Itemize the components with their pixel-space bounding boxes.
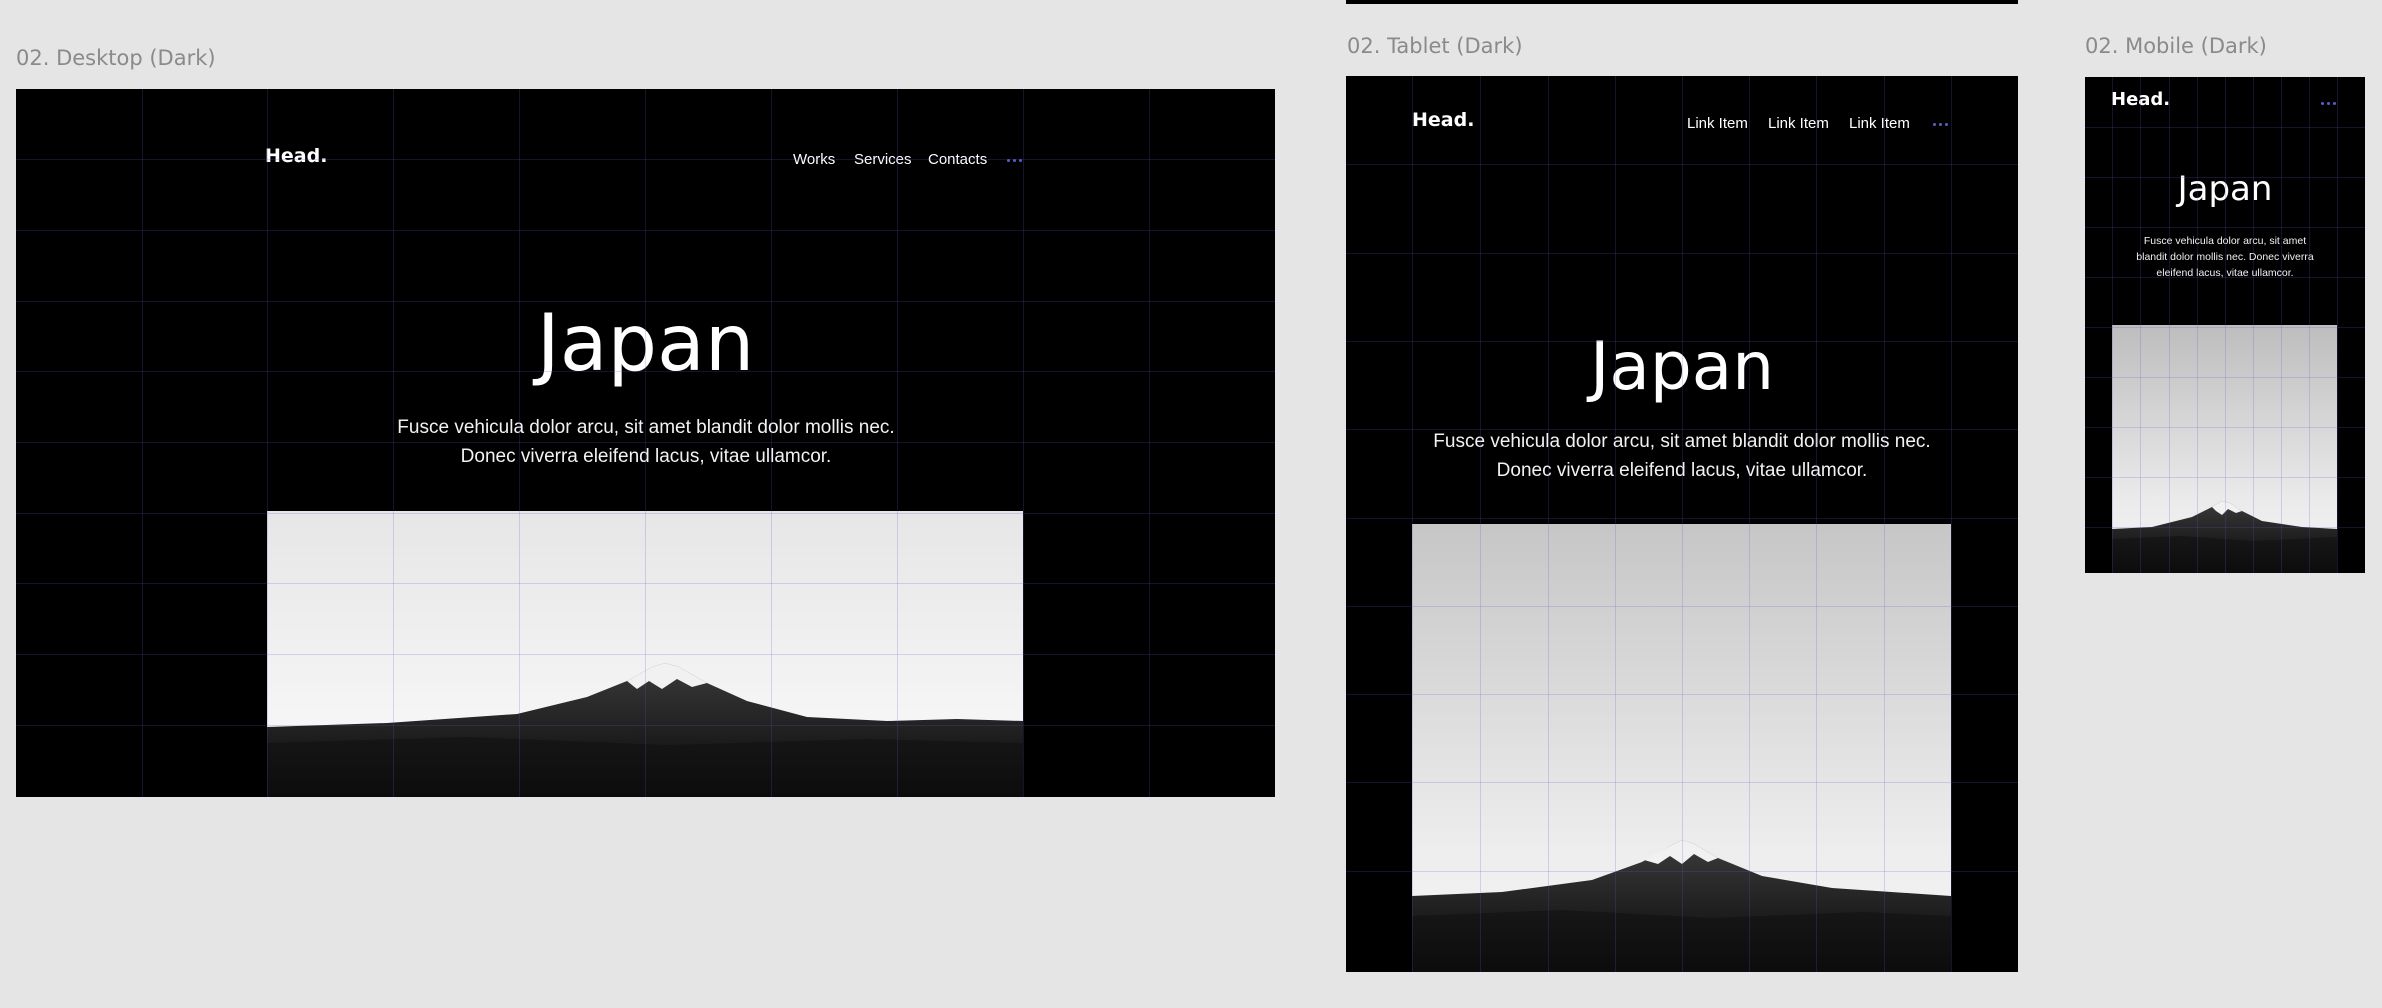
nav-link-services[interactable]: Services: [854, 151, 912, 168]
hero-description-line-2: Donec viverra eleifend lacus, vitae ulla…: [1496, 460, 1868, 481]
logo[interactable]: Head.: [2111, 89, 2170, 110]
hero-description-line-1: Fusce vehicula dolor arcu, sit amet blan…: [397, 417, 895, 438]
hero-description-line-1: Fusce vehicula dolor arcu, sit amet blan…: [1433, 431, 1931, 452]
tablet-frame: Head. Link Item Link Item Link Item Japa…: [1346, 76, 2018, 972]
hero-photo-mount-fuji: [2112, 325, 2337, 573]
nav-link-item-1[interactable]: Link Item: [1687, 115, 1748, 132]
logo[interactable]: Head.: [1412, 109, 1474, 131]
frame-edge-above: [1346, 0, 2018, 4]
more-dots-icon[interactable]: [1007, 159, 1022, 162]
hero-photo-mount-fuji: [267, 511, 1023, 797]
frame-label-tablet[interactable]: 02. Tablet (Dark): [1347, 34, 1523, 58]
hero-description-line-2: Donec viverra eleifend lacus, vitae ulla…: [460, 446, 832, 467]
more-dots-icon[interactable]: [2321, 102, 2336, 105]
frame-label-desktop[interactable]: 02. Desktop (Dark): [16, 46, 216, 70]
hero-description: Fusce vehicula dolor arcu, sit amet blan…: [2136, 235, 2314, 279]
nav-link-item-3[interactable]: Link Item: [1849, 115, 1910, 132]
hero-title: Japan: [2177, 169, 2273, 209]
nav-link-item-2[interactable]: Link Item: [1768, 115, 1829, 132]
logo[interactable]: Head.: [265, 145, 327, 167]
mobile-frame: Head. Japan Fusce vehicula dolor arcu, s…: [2085, 77, 2365, 573]
hero-photo-mount-fuji: [1412, 524, 1951, 972]
more-dots-icon[interactable]: [1933, 123, 1948, 126]
desktop-frame: Head. Works Services Contacts Japan Fusc…: [16, 89, 1275, 797]
hero-description: Fusce vehicula dolor arcu, sit amet blan…: [1412, 427, 1952, 485]
hero-description: Fusce vehicula dolor arcu, sit amet blan…: [266, 413, 1026, 471]
hero-title: Japan: [1589, 328, 1775, 405]
frame-label-mobile[interactable]: 02. Mobile (Dark): [2085, 34, 2267, 58]
hero-title: Japan: [536, 299, 755, 389]
nav-link-works[interactable]: Works: [793, 151, 835, 168]
nav-link-contacts[interactable]: Contacts: [928, 151, 987, 168]
